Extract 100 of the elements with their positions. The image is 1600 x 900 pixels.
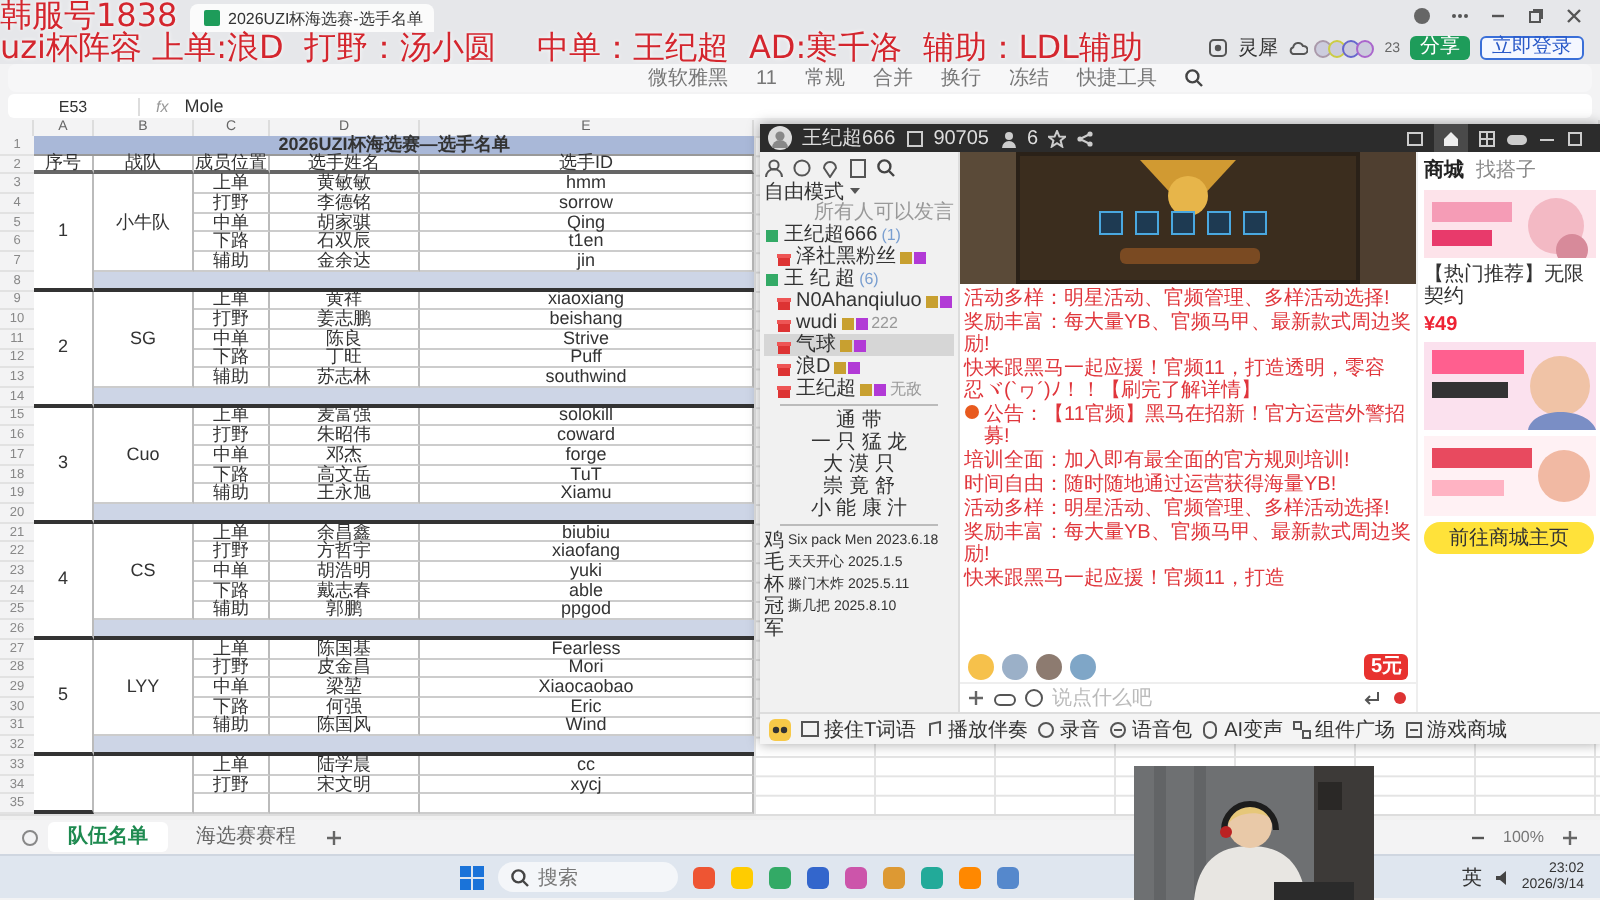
user-item[interactable]: 泽社黑粉丝 [764, 246, 954, 268]
globe-icon[interactable] [1412, 6, 1432, 26]
channel-name[interactable]: 王 纪 超 [784, 268, 856, 290]
toolbar-item[interactable]: 微软雅黑 [648, 64, 728, 92]
room-name[interactable]: 大 漠 只 [823, 454, 895, 476]
logo-icon[interactable] [768, 717, 792, 741]
emoji-icon[interactable] [1024, 688, 1044, 708]
share-button[interactable]: 分享 [1410, 36, 1470, 60]
app-icon[interactable] [844, 865, 868, 890]
group-icon[interactable] [764, 271, 780, 287]
assistant-label[interactable]: 灵犀 [1238, 34, 1279, 62]
app-icon[interactable] [806, 865, 830, 890]
add-icon[interactable] [966, 688, 986, 708]
gift-icon [776, 293, 792, 309]
sheet-tab[interactable]: 海选赛赛程 [176, 822, 316, 853]
toolbar-item[interactable]: 快捷工具 [1076, 64, 1157, 92]
mode-dropdown[interactable]: 自由模式 [764, 177, 844, 205]
channel-id: 90705 [933, 127, 989, 149]
table-cell: 高文岳 [270, 465, 420, 485]
channel-name[interactable]: 王纪超666 [784, 224, 878, 246]
sheet-icon[interactable] [202, 8, 222, 28]
document-tab[interactable]: 2026UZI杯海选赛-选手名单 [190, 4, 435, 32]
room-name[interactable]: 小 能 康 汁 [810, 498, 908, 520]
toolbar-item[interactable]: 换行 [940, 64, 981, 92]
avatar-icon[interactable] [1036, 653, 1062, 679]
user-item[interactable]: N0Ahanqiuluo [764, 290, 954, 312]
location-pin-icon[interactable] [820, 157, 840, 177]
column-heading: 选手ID [420, 155, 754, 175]
collaborator-avatars[interactable] [1318, 39, 1375, 57]
shop-tab[interactable]: 商城 [1424, 156, 1464, 184]
shop-tab[interactable]: 找搭子 [1476, 156, 1536, 184]
user-note: 222 [871, 312, 898, 334]
toolbar-button[interactable]: 组件广场 [1291, 715, 1396, 743]
zoom-level: 100% [1503, 828, 1544, 847]
grid-icon[interactable] [1478, 129, 1496, 147]
toolbar-item[interactable]: 11 [756, 67, 777, 89]
online-count: 6 [1027, 127, 1039, 149]
caret-icon[interactable] [848, 184, 862, 198]
user-item[interactable]: wudi 222 [764, 312, 954, 334]
zoom-in-icon[interactable] [1560, 827, 1580, 848]
chat-message: 奖励丰富：每大量YB、官频马甲、最新款式周边奖励! [964, 312, 1412, 356]
app-icon[interactable] [692, 865, 716, 890]
close-icon[interactable] [1564, 6, 1584, 26]
restore-icon[interactable] [1526, 6, 1546, 26]
user-item[interactable]: 气球 [764, 334, 954, 356]
badge-icon [841, 315, 868, 331]
group-icon[interactable] [764, 227, 780, 243]
user-item[interactable]: 王纪超 无敌 [764, 378, 954, 400]
table-cell: 打野 [194, 194, 270, 214]
chat-message: 快来跟黑马一起应援！官频11，打造 [964, 568, 1285, 590]
sheet-title: 2026UZI杯海选赛—选手名单 [34, 136, 754, 156]
circle-icon[interactable] [792, 157, 812, 177]
table-cell: 上单 [194, 756, 270, 776]
coupon-badge[interactable]: 5元 [1364, 653, 1408, 679]
table-cell: 上单 [194, 174, 270, 195]
gift-icon [776, 337, 792, 353]
toolbar-button[interactable]: 语音包 [1108, 715, 1193, 743]
input-method[interactable]: 英 [1461, 863, 1482, 892]
app-icon[interactable] [996, 865, 1020, 890]
room-name[interactable]: 一 只 猛 龙 [810, 432, 908, 454]
maximize-icon[interactable] [1566, 129, 1584, 147]
toolbar-item[interactable]: 合并 [872, 64, 913, 92]
user-note: 无敌 [890, 378, 922, 400]
user-item[interactable]: 浪D [764, 356, 954, 378]
search-icon[interactable] [876, 157, 896, 177]
person-icon[interactable] [764, 157, 784, 177]
table-cell: hmm [420, 174, 754, 195]
room-name[interactable]: 崇 竟 舒 [823, 476, 895, 498]
document-icon[interactable] [848, 157, 868, 177]
gift-icon [776, 359, 792, 375]
share-icon[interactable] [1076, 129, 1095, 147]
toolbar-item[interactable]: 常规 [804, 64, 845, 92]
toolbar-button[interactable]: 游戏商城 [1403, 715, 1508, 743]
sheet-list-icon[interactable] [20, 827, 40, 848]
toolbar-button[interactable]: AI变声 [1200, 715, 1284, 743]
gift-icon [776, 381, 792, 397]
search-field[interactable]: 搜索 [498, 862, 678, 893]
honor-tag: 军 [764, 618, 784, 640]
send-icon[interactable] [1362, 688, 1382, 708]
badge-icon [900, 249, 926, 265]
windows-logo-icon[interactable] [460, 865, 484, 890]
table-cell: Qing [420, 213, 754, 233]
add-sheet-icon[interactable] [324, 827, 344, 848]
speaker-icon[interactable] [1493, 867, 1510, 888]
shop-home-button[interactable]: 前往商城主页 [1424, 522, 1594, 554]
function-label: fx [156, 97, 169, 115]
table-cell: cc [420, 756, 754, 776]
toolbar-button[interactable]: 播放伴奏 [924, 715, 1029, 743]
sheet-tab[interactable]: 队伍名单 [48, 822, 168, 853]
search-icon[interactable] [1184, 68, 1205, 88]
star-icon[interactable] [1048, 129, 1067, 147]
stream-caption: uzi杯阵容 上单:浪D 打野：汤小圆 中单：王纪超 AD:寒千洛 辅助：LDL辅助 [0, 32, 1143, 64]
toolbar-item[interactable]: 冻结 [1008, 64, 1049, 92]
avatar-icon[interactable] [1070, 653, 1096, 679]
home-icon[interactable] [1442, 129, 1460, 147]
room-name[interactable]: 通 带 [836, 410, 882, 432]
login-button[interactable]: 立即登录 [1480, 36, 1584, 60]
toolbar-button[interactable]: 接住T词语 [800, 715, 917, 743]
cloud-icon[interactable] [1288, 38, 1309, 58]
toolbar-button[interactable]: 录音 [1036, 715, 1101, 743]
